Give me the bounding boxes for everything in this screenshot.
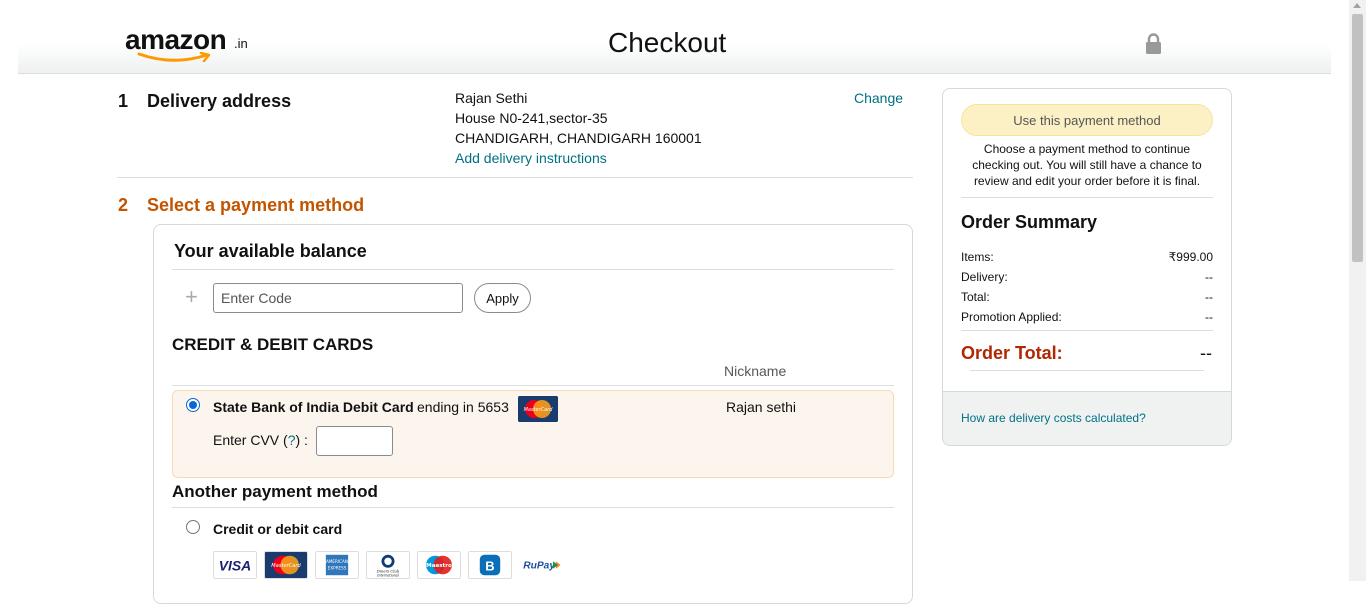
payment-note: Choose a payment method to continue chec…	[972, 142, 1202, 188]
svg-text:MasterCard: MasterCard	[271, 563, 301, 569]
diners-club-icon: Diners Club International	[366, 551, 410, 579]
amazon-logo[interactable]: amazon .in	[125, 24, 265, 64]
address-line-2: CHANDIGARH, CHANDIGARH 160001	[455, 130, 702, 146]
credit-debit-cards-title: CREDIT & DEBIT CARDS	[172, 335, 374, 354]
mastercard-icon: MasterCard	[518, 396, 558, 422]
saved-card-nickname: Rajan sethi	[726, 399, 797, 415]
divider	[172, 269, 894, 270]
cvv-help-link[interactable]: ?	[288, 432, 296, 448]
page-title: Checkout	[608, 27, 727, 58]
summary-label: Total:	[961, 290, 990, 304]
american-express-icon: AMERICAN EXPRESS	[315, 551, 359, 579]
summary-label: Items:	[961, 250, 994, 264]
section-divider	[117, 177, 913, 178]
summary-row-total: Total: --	[961, 290, 1213, 304]
summary-row-delivery: Delivery: --	[961, 270, 1213, 284]
summary-row-promotion: Promotion Applied: --	[961, 310, 1213, 324]
svg-text:VISA: VISA	[219, 558, 251, 574]
bajaj-finserv-icon: B	[468, 551, 512, 579]
address-name: Rajan Sethi	[455, 90, 528, 106]
divider	[961, 197, 1213, 198]
lock-icon	[1146, 33, 1161, 54]
maestro-icon: Maestro	[417, 551, 461, 579]
logo-wordmark: amazon	[125, 24, 227, 55]
visa-icon: VISA	[213, 551, 257, 579]
mastercard-brand-icon: MasterCard	[264, 551, 308, 579]
cvv-label: Enter CVV (?) :	[213, 432, 308, 448]
apply-button[interactable]: Apply	[474, 283, 531, 313]
available-balance-title: Your available balance	[174, 241, 367, 261]
divider	[172, 385, 894, 386]
use-payment-method-button[interactable]: Use this payment method	[961, 104, 1213, 136]
delivery-step-number: 1	[118, 91, 129, 111]
change-address-link[interactable]: Change	[854, 90, 903, 106]
credit-debit-radio[interactable]	[186, 520, 200, 534]
svg-text:RuPay: RuPay	[523, 561, 556, 572]
another-payment-title: Another payment method	[172, 482, 378, 501]
summary-label: Promotion Applied:	[961, 310, 1062, 324]
order-total-label: Order Total:	[961, 343, 1063, 363]
gift-code-input[interactable]	[213, 283, 463, 313]
summary-value: --	[1205, 310, 1213, 324]
delivery-costs-link[interactable]: How are delivery costs calculated?	[961, 411, 1146, 425]
summary-value: ₹999.00	[1168, 250, 1213, 264]
payment-step-number: 2	[118, 195, 129, 215]
scrollbar-thumb[interactable]	[1352, 14, 1363, 262]
scroll-up-arrow-icon[interactable]	[1353, 3, 1361, 8]
add-delivery-instructions-link[interactable]: Add delivery instructions	[455, 150, 607, 166]
logo-suffix: .in	[234, 36, 248, 51]
svg-text:Maestro: Maestro	[426, 563, 452, 569]
svg-text:MasterCard: MasterCard	[524, 407, 554, 413]
summary-label: Delivery:	[961, 270, 1008, 284]
cvv-input[interactable]	[316, 426, 393, 456]
address-line-1: House N0-241,sector-35	[455, 110, 608, 126]
vertical-scrollbar[interactable]	[1349, 0, 1366, 581]
divider	[172, 507, 894, 508]
payment-section-title: Select a payment method	[147, 195, 365, 215]
saved-card-radio[interactable]	[186, 398, 200, 412]
delivery-section-title: Delivery address	[147, 91, 292, 111]
svg-text:EXPRESS: EXPRESS	[328, 566, 347, 571]
svg-text:International: International	[376, 574, 399, 578]
saved-card-ending: ending in 5653	[417, 399, 509, 415]
credit-debit-label: Credit or debit card	[213, 521, 343, 537]
order-summary-title: Order Summary	[961, 212, 1098, 232]
order-total-value: --	[1200, 343, 1212, 363]
svg-text:AMERICAN: AMERICAN	[326, 559, 348, 564]
rupay-icon: RuPay	[519, 551, 563, 579]
divider	[970, 370, 1204, 371]
summary-value: --	[1205, 270, 1213, 284]
nickname-header: Nickname	[724, 363, 787, 379]
plus-icon[interactable]: +	[185, 286, 198, 308]
cvv-label-text: Enter CVV	[213, 432, 280, 448]
summary-value: --	[1205, 290, 1213, 304]
svg-text:B: B	[485, 559, 494, 574]
divider	[961, 330, 1213, 331]
checkout-header: amazon .in Checkout	[18, 0, 1331, 74]
smile-arrow-icon	[137, 52, 211, 63]
summary-row-items: Items: ₹999.00	[961, 250, 1213, 264]
saved-card-bank: State Bank of India Debit Card	[213, 399, 414, 415]
